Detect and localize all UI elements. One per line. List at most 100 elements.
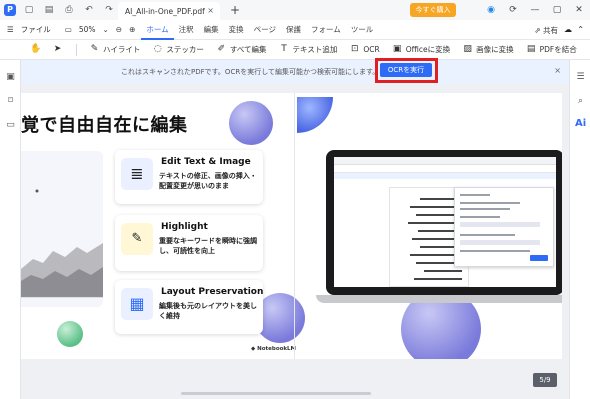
- tab-convert[interactable]: 変換: [224, 20, 249, 40]
- undo-icon[interactable]: ↶: [82, 3, 96, 17]
- properties-icon[interactable]: ☰: [575, 72, 586, 83]
- screen-toolbar: [334, 165, 556, 173]
- menu-icon[interactable]: ☰: [7, 25, 14, 34]
- fit-page-icon[interactable]: ▭: [65, 25, 72, 34]
- buy-now-button[interactable]: 今すぐ購入: [410, 3, 456, 17]
- sidebar-toggle-icon[interactable]: ▢: [22, 3, 36, 17]
- ocr-label: OCR: [363, 45, 380, 54]
- thumbnail-icon[interactable]: ▣: [5, 72, 16, 83]
- banner-message: これはスキャンされたPDFです。OCRを実行して編集可能かつ検索可能にします。: [121, 68, 380, 76]
- page-counter: 5/9: [533, 373, 557, 387]
- menu-bar: ☰ ファイル ▭ 50% ⌄ ⊖ ⊕ ホーム 注釈 編集 変換 ページ 保護 フ…: [0, 20, 590, 40]
- print-icon[interactable]: ⎙: [62, 3, 76, 17]
- bookmark-icon[interactable]: ⌑: [5, 96, 16, 107]
- share-button[interactable]: ⇗ 共有: [534, 25, 558, 36]
- redo-icon[interactable]: ↷: [102, 3, 116, 17]
- zoom-select[interactable]: 50%: [79, 25, 96, 34]
- combine-icon: ▤: [526, 44, 536, 54]
- comment-icon[interactable]: ▭: [5, 120, 16, 131]
- avatar-icon[interactable]: ◉: [480, 5, 502, 15]
- highlight-palette-icon: ✎: [121, 223, 153, 255]
- decorative-sphere: [57, 321, 83, 347]
- layout-icon: ▦: [121, 288, 153, 320]
- screen-banner: [334, 173, 556, 179]
- close-tab-icon[interactable]: ×: [207, 6, 214, 15]
- select-tool[interactable]: ➤: [52, 44, 66, 55]
- convert-image-label: 画像に変換: [476, 45, 514, 54]
- hand-tool[interactable]: ✋: [30, 44, 44, 55]
- zoom-in-icon[interactable]: ⊕: [129, 25, 135, 34]
- pdf-page: 覚で自由自在に編集 ≣ Edit Text & Image テキストの修正、画像…: [21, 93, 562, 359]
- page-headline: 覚で自由自在に編集: [21, 115, 188, 136]
- cloud-icon[interactable]: ☁: [564, 25, 572, 34]
- document-viewer[interactable]: 覚で自由自在に編集 ≣ Edit Text & Image テキストの修正、画像…: [21, 84, 569, 399]
- ocr-button[interactable]: ⊡ OCR: [349, 44, 380, 55]
- maximize-icon[interactable]: ▢: [546, 5, 568, 15]
- collapse-icon[interactable]: ⌃: [577, 25, 584, 34]
- area-chart-card: [21, 151, 103, 307]
- document-tab[interactable]: AI_All-in-One_PDF.pdf ×: [118, 2, 220, 20]
- close-window-icon[interactable]: ✕: [568, 5, 590, 15]
- zoom-out-icon[interactable]: ⊖: [116, 25, 122, 34]
- minimize-icon[interactable]: —: [524, 5, 546, 15]
- add-text-button[interactable]: T テキスト追加: [279, 44, 337, 55]
- edit-icon: ✐: [217, 44, 226, 54]
- convert-image-button[interactable]: ▨ 画像に変換: [462, 44, 514, 55]
- share-label: 共有: [543, 26, 558, 35]
- notebooklm-tag: ◆ NotebookLM: [251, 346, 297, 352]
- feature-title: Edit Text & Image: [161, 157, 251, 167]
- toolbar-divider: [76, 43, 77, 56]
- tab-form[interactable]: フォーム: [306, 20, 346, 40]
- horizontal-scrollbar[interactable]: [181, 392, 371, 395]
- ai-assistant-icon[interactable]: Ai: [575, 118, 586, 129]
- feature-description: テキストの修正、画像の挿入・配置変更が思いのまま: [159, 172, 257, 190]
- search-icon[interactable]: ⌕: [575, 96, 586, 107]
- title-bar: P ▢ ▤ ⎙ ↶ ↷ ⌄ AI_All-in-One_PDF.pdf × + …: [0, 0, 590, 20]
- feature-title: Highlight: [161, 222, 208, 232]
- banner-close-icon[interactable]: ×: [554, 66, 561, 75]
- feature-card-layout: ▦ Layout Preservation 編集後も元のレイアウトを美しく維持: [115, 280, 263, 334]
- left-rail: ▣ ⌑ ▭: [0, 60, 21, 399]
- sticker-icon: ◌: [153, 44, 162, 54]
- decorative-sphere: [229, 101, 273, 145]
- tab-home[interactable]: ホーム: [141, 20, 174, 40]
- feature-title: Layout Preservation: [161, 287, 264, 297]
- edit-all-button[interactable]: ✐ すべて編集: [216, 44, 267, 55]
- sticker-label: ステッカー: [166, 45, 204, 54]
- run-ocr-button[interactable]: OCRを実行: [380, 63, 432, 77]
- feature-description: 重要なキーワードを瞬時に強調し、可読性を向上: [159, 237, 257, 255]
- new-tab-button[interactable]: +: [230, 3, 240, 17]
- decorative-sphere: [297, 97, 333, 133]
- file-menu[interactable]: ファイル: [21, 24, 51, 35]
- sync-icon[interactable]: ⟳: [502, 5, 524, 15]
- sticker-button[interactable]: ◌ ステッカー: [152, 44, 204, 55]
- app-logo-icon[interactable]: P: [4, 4, 16, 16]
- highlighter-icon: ✎: [90, 44, 99, 54]
- tab-tools[interactable]: ツール: [346, 20, 379, 40]
- convert-office-button[interactable]: ▣ Officeに変換: [392, 44, 450, 55]
- laptop-base: [316, 295, 562, 303]
- tab-protect[interactable]: 保護: [281, 20, 306, 40]
- hand-icon: ✋: [30, 44, 42, 54]
- combine-pdf-label: PDFを結合: [539, 45, 577, 54]
- convert-office-label: Officeに変換: [405, 45, 451, 54]
- highlight-label: ハイライト: [103, 45, 141, 54]
- feature-card-highlight: ✎ Highlight 重要なキーワードを瞬時に強調し、可読性を向上: [115, 215, 263, 271]
- tab-page[interactable]: ページ: [249, 20, 281, 40]
- page-divider: [294, 93, 295, 359]
- edit-text-icon: ≣: [121, 158, 153, 190]
- document-tab-title: AI_All-in-One_PDF.pdf: [125, 6, 205, 16]
- toolbar: ✋ ➤ ✎ ハイライト ◌ ステッカー ✐ すべて編集 T テキスト追加 ⊡ OCR ▣ O…: [0, 40, 590, 60]
- laptop-mockup: [316, 150, 562, 303]
- office-icon: ▣: [392, 44, 402, 54]
- feature-card-edit: ≣ Edit Text & Image テキストの修正、画像の挿入・配置変更が思…: [115, 150, 263, 204]
- zoom-dropdown-icon[interactable]: ⌄: [103, 25, 109, 34]
- combine-pdf-button[interactable]: ▤ PDFを結合: [526, 44, 577, 55]
- tab-edit[interactable]: 編集: [199, 20, 224, 40]
- cursor-icon: ➤: [53, 44, 62, 54]
- highlight-button[interactable]: ✎ ハイライト: [89, 44, 141, 55]
- tab-annotate[interactable]: 注釈: [174, 20, 199, 40]
- edit-all-label: すべて編集: [229, 45, 267, 54]
- area-chart-graphic: [21, 189, 103, 298]
- save-icon[interactable]: ▤: [42, 3, 56, 17]
